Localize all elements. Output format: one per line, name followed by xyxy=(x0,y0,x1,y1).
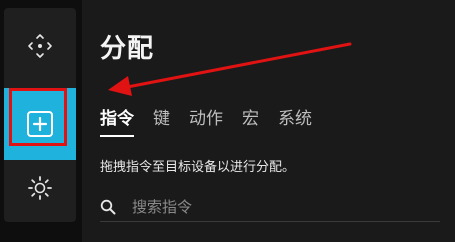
search-input[interactable] xyxy=(130,197,440,217)
app-window: 分配 指令 键 动作 宏 系统 拖拽指令至目标设备以进行分配。 xyxy=(0,0,455,242)
page-title: 分配 xyxy=(100,34,155,64)
move-icon xyxy=(28,34,52,58)
add-box-icon xyxy=(27,111,53,137)
tab-commands[interactable]: 指令 xyxy=(100,104,134,137)
tab-keys[interactable]: 键 xyxy=(153,104,170,137)
tab-actions[interactable]: 动作 xyxy=(189,104,223,137)
gear-icon xyxy=(28,176,52,200)
tab-system[interactable]: 系统 xyxy=(278,104,312,137)
search-bar xyxy=(100,193,440,222)
rail-move-button[interactable] xyxy=(4,10,76,82)
assign-panel: 分配 指令 键 动作 宏 系统 拖拽指令至目标设备以进行分配。 xyxy=(82,0,455,242)
instruction-text: 拖拽指令至目标设备以进行分配。 xyxy=(100,160,296,175)
rail-settings-button[interactable] xyxy=(4,152,76,224)
tab-macros[interactable]: 宏 xyxy=(242,104,259,137)
rail-assign-button[interactable] xyxy=(4,88,76,160)
search-icon xyxy=(100,199,116,215)
side-rail xyxy=(4,8,76,222)
tab-bar: 指令 键 动作 宏 系统 xyxy=(100,104,312,137)
